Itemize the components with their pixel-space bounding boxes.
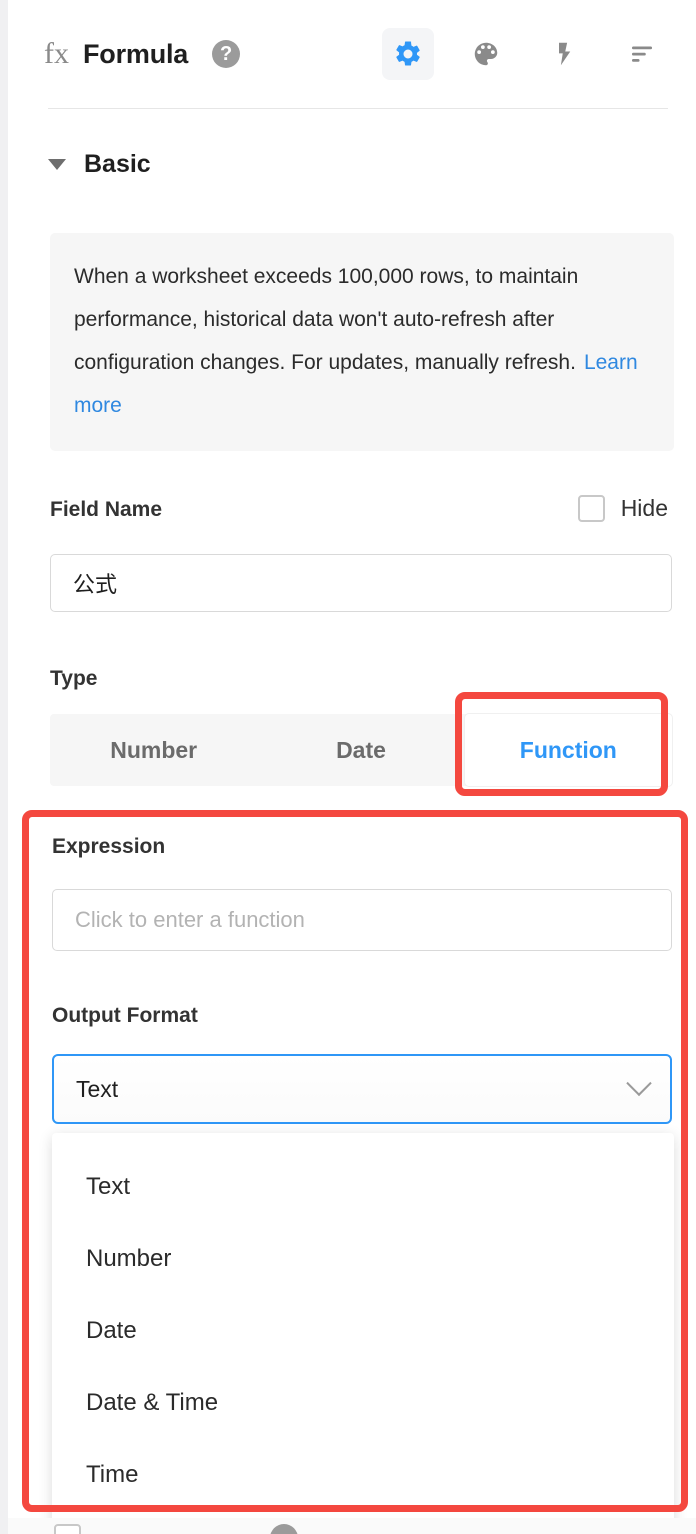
field-name-input[interactable]: 公式 xyxy=(50,554,672,612)
type-option-function[interactable]: Function xyxy=(464,714,672,786)
bottom-checkbox[interactable] xyxy=(54,1524,81,1534)
bottom-row-partial xyxy=(8,1518,696,1534)
header-toolbar xyxy=(382,28,668,80)
page-title: Formula xyxy=(83,38,189,69)
type-label: Type xyxy=(50,667,98,690)
expression-input[interactable]: Click to enter a function xyxy=(52,889,672,951)
type-segmented-control: Number Date Function xyxy=(50,714,672,786)
palette-icon[interactable] xyxy=(460,28,512,80)
header-divider xyxy=(48,108,668,109)
help-circle-icon[interactable]: ? xyxy=(212,40,241,68)
header-title-group: fx Formula ? xyxy=(44,37,241,71)
field-name-value: 公式 xyxy=(73,572,118,597)
output-format-value: Text xyxy=(76,1075,119,1102)
dropdown-option-number[interactable]: Number xyxy=(52,1223,674,1295)
type-option-number[interactable]: Number xyxy=(50,714,257,786)
output-format-select[interactable]: Text xyxy=(52,1054,672,1124)
panel-header: fx Formula ? xyxy=(8,0,696,108)
fx-icon: fx xyxy=(44,37,69,70)
chevron-down-icon[interactable] xyxy=(626,1070,652,1097)
performance-notice: When a worksheet exceeds 100,000 rows, t… xyxy=(50,233,674,451)
formula-settings-panel: fx Formula ? Basic When a worksheet exce… xyxy=(8,0,696,1534)
section-header-basic[interactable]: Basic xyxy=(48,150,151,179)
hide-field-toggle[interactable]: Hide xyxy=(577,495,668,522)
dropdown-option-time[interactable]: Time xyxy=(52,1439,674,1511)
notice-text: When a worksheet exceeds 100,000 rows, t… xyxy=(74,265,579,374)
output-format-label: Output Format xyxy=(52,1004,198,1027)
align-lines-icon[interactable] xyxy=(616,28,668,80)
type-option-date[interactable]: Date xyxy=(257,714,464,786)
section-title: Basic xyxy=(84,150,151,178)
caret-down-icon[interactable] xyxy=(48,159,66,170)
expression-placeholder: Click to enter a function xyxy=(75,907,305,932)
hide-checkbox[interactable] xyxy=(577,495,605,522)
expression-label: Expression xyxy=(52,835,166,858)
dropdown-option-text[interactable]: Text xyxy=(52,1151,674,1223)
hide-label: Hide xyxy=(620,495,668,521)
field-name-label: Field Name xyxy=(50,498,163,521)
output-format-dropdown: Text Number Date Date & Time Time xyxy=(52,1133,674,1529)
settings-gear-icon[interactable] xyxy=(382,28,434,80)
dropdown-option-date[interactable]: Date xyxy=(52,1295,674,1367)
lightning-bolt-icon[interactable] xyxy=(538,28,590,80)
dropdown-option-date-time[interactable]: Date & Time xyxy=(52,1367,674,1439)
